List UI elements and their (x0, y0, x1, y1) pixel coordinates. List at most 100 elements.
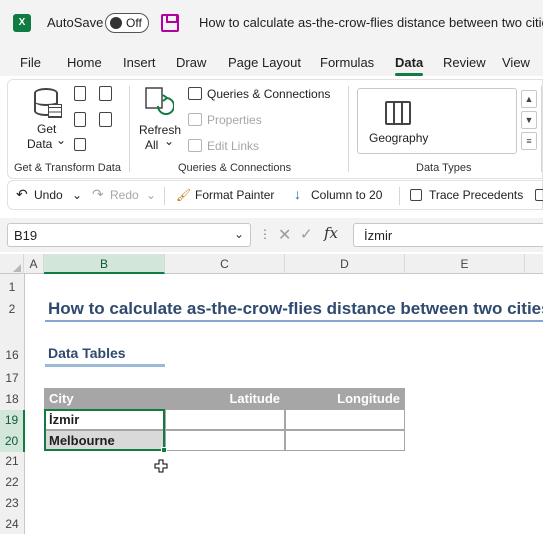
tab-view[interactable]: View (502, 55, 530, 70)
tab-insert[interactable]: Insert (123, 55, 156, 70)
from-web-icon[interactable] (74, 112, 86, 127)
arrow-down-icon: ↓ (294, 186, 301, 202)
row-header-21[interactable]: 21 (0, 454, 24, 468)
row-header-20[interactable]: 20 (0, 431, 25, 452)
tab-draw[interactable]: Draw (176, 55, 206, 70)
column-to-button[interactable]: Column to 20 (311, 188, 382, 202)
next-tool-icon[interactable] (535, 189, 543, 201)
row-header-23[interactable]: 23 (0, 496, 24, 510)
ribbon: Get Data ⌄ Get & Transform Data Refresh … (7, 79, 543, 179)
get-data-label-1: Get (37, 122, 57, 136)
table-cell-latitude[interactable] (165, 409, 285, 430)
queries-connections-button[interactable]: Queries & Connections (207, 87, 330, 101)
edit-links-button[interactable]: Edit Links (207, 139, 259, 153)
column-header-b[interactable]: B (44, 254, 165, 274)
quick-access-toolbar: ↶ Undo ⌄ ↷ Redo ⌄ 🖌 Format Painter ↓ Col… (7, 180, 543, 210)
refresh-all-button[interactable]: Refresh All ⌄ (134, 82, 184, 156)
insert-function-button[interactable]: fx (324, 224, 338, 242)
tab-formulas[interactable]: Formulas (320, 55, 374, 70)
table-header-latitude[interactable]: Latitude (165, 388, 285, 409)
refresh-label-2: All (145, 138, 159, 152)
sheet-subtitle[interactable]: Data Tables (48, 345, 126, 361)
refresh-label-1: Refresh (139, 123, 182, 137)
cancel-icon[interactable]: ✕ (278, 225, 291, 245)
trace-precedents-button[interactable]: Trace Precedents (429, 188, 523, 202)
confirm-icon[interactable]: ✓ (300, 225, 313, 243)
tab-file[interactable]: File (20, 55, 41, 70)
name-box[interactable]: B19 ⌄ (7, 223, 251, 247)
select-all-button[interactable] (0, 254, 24, 274)
existing-connections-icon[interactable] (99, 112, 112, 127)
from-table-icon[interactable] (74, 138, 86, 151)
table-cell-latitude[interactable] (165, 430, 285, 451)
table-header-longitude[interactable]: Longitude (285, 388, 405, 409)
edit-links-icon (188, 139, 202, 152)
get-data-label-2: Data (27, 137, 53, 151)
formula-input[interactable]: İzmir (353, 223, 543, 247)
chevron-down-icon[interactable]: ⌄ (234, 227, 244, 241)
subtitle-underline (45, 364, 165, 367)
properties-button[interactable]: Properties (207, 113, 262, 127)
column-headers: A B C D E (0, 254, 543, 274)
map-icon (385, 101, 411, 125)
trace-precedents-icon (410, 189, 422, 201)
redo-button[interactable]: Redo (110, 188, 139, 202)
chevron-down-icon[interactable]: ▼ (521, 111, 537, 129)
row-header-16[interactable]: 16 (0, 348, 24, 362)
undo-button[interactable]: Undo (34, 188, 63, 202)
formula-bar: B19 ⌄ ⋮ ✕ ✓ fx İzmir (0, 218, 543, 252)
row-header-18[interactable]: 18 (0, 392, 24, 406)
geography-data-type-button[interactable]: Geography (357, 88, 517, 154)
tab-data[interactable]: Data (395, 55, 424, 76)
chevron-down-icon[interactable]: ⌄ (146, 188, 156, 202)
chevron-down-icon[interactable]: ⌄ (72, 188, 82, 202)
paintbrush-icon: 🖌 (176, 188, 192, 202)
ribbon-separator (541, 86, 542, 172)
table-cell-city[interactable]: Melbourne (44, 430, 165, 451)
worksheet[interactable]: How to calculate as-the-crow-flies dista… (25, 274, 543, 534)
more-icon[interactable]: ≡ (521, 132, 537, 150)
tab-review[interactable]: Review (443, 55, 486, 70)
sheet-title[interactable]: How to calculate as-the-crow-flies dista… (48, 299, 543, 319)
row-header-19[interactable]: 19 (0, 410, 25, 431)
document-title: How to calculate as-the-crow-flies dista… (199, 15, 543, 30)
data-types-scroller: ▲ ▼ ≡ (521, 90, 537, 154)
refresh-icon (145, 87, 174, 115)
format-painter-button[interactable]: Format Painter (195, 188, 274, 202)
properties-icon (188, 113, 202, 126)
row-header-17[interactable]: 17 (0, 371, 24, 385)
row-headers: 1 2 16 17 18 19 20 21 22 23 24 (0, 274, 25, 534)
column-header-d[interactable]: D (285, 254, 405, 274)
column-header-e[interactable]: E (405, 254, 525, 274)
tab-home[interactable]: Home (67, 55, 102, 70)
recent-sources-icon[interactable] (99, 86, 112, 101)
ribbon-separator (129, 86, 130, 172)
row-header-1[interactable]: 1 (0, 280, 24, 294)
from-text-icon[interactable] (74, 86, 86, 101)
table-cell-longitude[interactable] (285, 430, 405, 451)
redo-icon: ↷ (92, 186, 104, 202)
table-cell-longitude[interactable] (285, 409, 405, 430)
toggle-knob (110, 17, 122, 29)
row-header-24[interactable]: 24 (0, 517, 24, 531)
fill-handle[interactable] (161, 447, 167, 453)
cell-cursor-icon (154, 459, 168, 473)
autosave-label: AutoSave (47, 15, 104, 30)
undo-icon: ↶ (16, 186, 28, 202)
table-header-city[interactable]: City (44, 388, 165, 409)
group-get-transform: Get & Transform Data (14, 162, 121, 174)
save-icon[interactable] (161, 14, 179, 32)
more-options-icon: ⋮ (259, 227, 271, 241)
tab-page-layout[interactable]: Page Layout (228, 55, 301, 70)
group-data-types: Data Types (416, 162, 472, 174)
table-cell-city[interactable]: İzmir (44, 409, 165, 430)
get-data-button[interactable]: Get Data ⌄ (22, 82, 68, 156)
row-header-22[interactable]: 22 (0, 475, 24, 489)
chevron-up-icon[interactable]: ▲ (521, 90, 537, 108)
column-header-c[interactable]: C (165, 254, 285, 274)
autosave-toggle[interactable]: Off (105, 13, 149, 33)
ribbon-separator (348, 86, 349, 172)
row-header-2[interactable]: 2 (0, 302, 24, 316)
title-underline (45, 320, 543, 322)
column-header-a[interactable]: A (24, 254, 44, 274)
